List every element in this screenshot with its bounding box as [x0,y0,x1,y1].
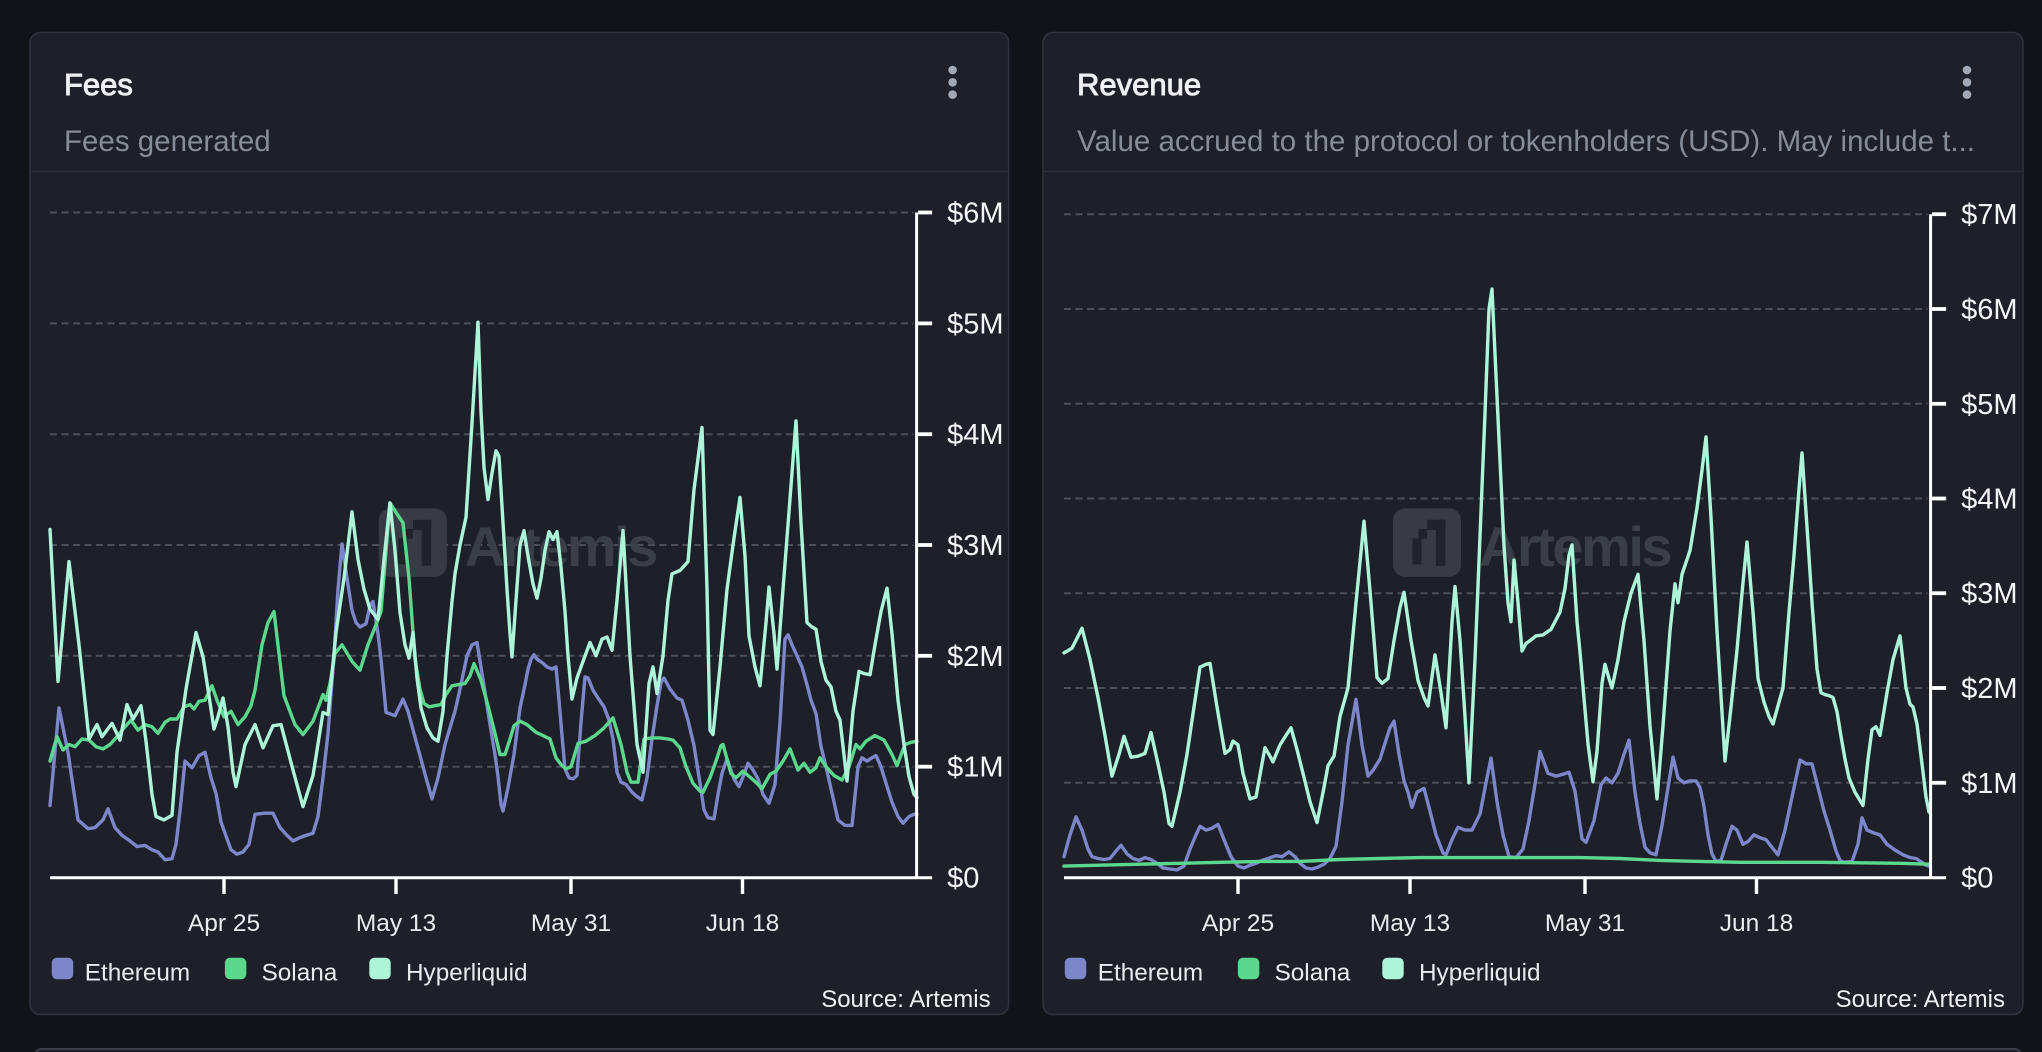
svg-text:May 13: May 13 [356,910,436,937]
svg-text:Fees generated: Fees generated [64,125,271,158]
svg-text:Jun 18: Jun 18 [1720,910,1794,937]
svg-text:May 13: May 13 [1370,910,1450,937]
svg-text:Source: Artemis: Source: Artemis [1836,986,2005,1013]
svg-text:$1M: $1M [947,752,1003,784]
svg-text:$1M: $1M [1961,768,2017,800]
svg-text:$0: $0 [1961,863,1993,895]
svg-text:Value accrued to the protocol: Value accrued to the protocol or tokenho… [1077,125,1975,158]
svg-text:$3M: $3M [1961,578,2017,610]
svg-text:$4M: $4M [1961,484,2017,516]
svg-text:$6M: $6M [1961,294,2017,326]
svg-text:$2M: $2M [1961,673,2017,705]
svg-text:$6M: $6M [947,198,1003,230]
svg-text:May 31: May 31 [531,910,611,937]
svg-text:$5M: $5M [947,308,1003,340]
svg-text:$7M: $7M [1961,199,2017,231]
svg-text:$2M: $2M [947,641,1003,673]
svg-text:Fees: Fees [64,67,133,102]
svg-text:Apr 25: Apr 25 [1202,910,1274,937]
svg-text:$0: $0 [947,863,979,895]
svg-text:Solana: Solana [1275,960,1351,987]
svg-text:$3M: $3M [947,530,1003,562]
svg-text:$4M: $4M [947,419,1003,451]
svg-text:May 31: May 31 [1545,910,1625,937]
svg-text:$5M: $5M [1961,389,2017,421]
svg-text:Hyperliquid: Hyperliquid [1419,960,1541,987]
svg-text:Apr 25: Apr 25 [188,910,260,937]
svg-text:Solana: Solana [262,960,338,987]
svg-text:Source: Artemis: Source: Artemis [821,986,990,1013]
svg-text:Ethereum: Ethereum [1098,960,1203,987]
svg-text:Jun 18: Jun 18 [706,910,780,937]
svg-text:Revenue: Revenue [1077,67,1201,102]
svg-text:Ethereum: Ethereum [85,960,190,987]
svg-text:Hyperliquid: Hyperliquid [406,960,528,987]
